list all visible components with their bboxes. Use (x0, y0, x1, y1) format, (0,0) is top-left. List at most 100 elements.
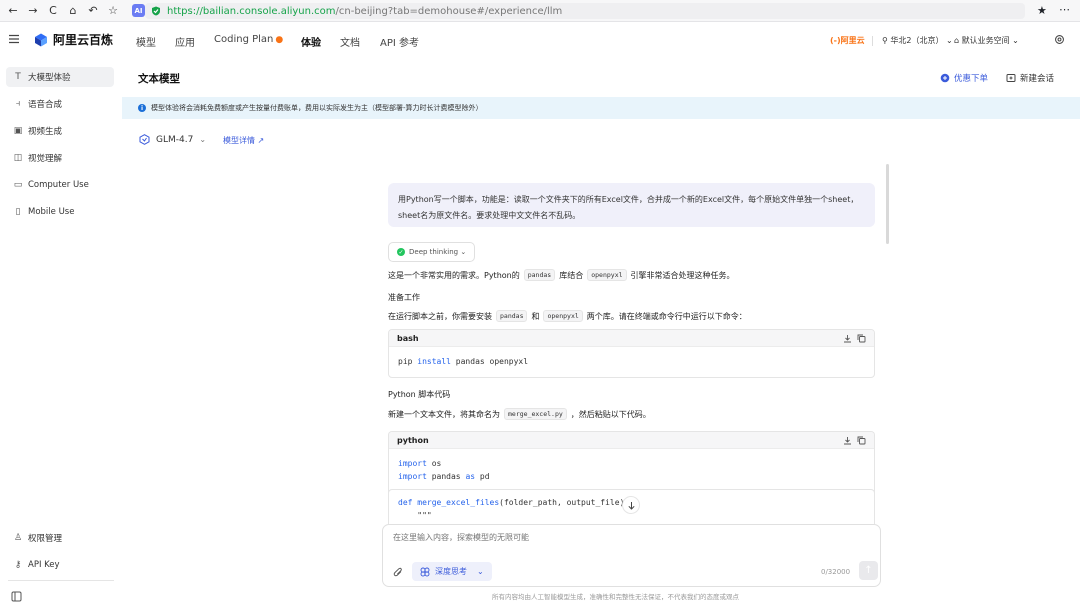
bash-code-block: bash pip install pandas openpyxl (388, 329, 875, 378)
monitor-icon: ▭ (13, 180, 23, 190)
forward-icon[interactable]: → (26, 4, 40, 18)
bailian-logo-icon (35, 33, 47, 46)
sidebar-collapse-icon[interactable] (11, 591, 22, 602)
text: ，然后粘贴以下代码。 (570, 409, 651, 419)
chevron-down-icon: ⌄ (458, 248, 467, 256)
arrow-up-icon: ↑ (864, 565, 873, 576)
model-name: GLM-4.7 (156, 134, 194, 145)
text-icon: T (15, 72, 21, 82)
sidebar-item-mobile-use[interactable]: ▯ Mobile Use (6, 202, 114, 222)
home-icon[interactable]: ⌂ (66, 4, 80, 18)
disclaimer-text: 所有内容均由人工智能模型生成，准确性和完整性无法保证，不代表我们的态度或观点 (492, 593, 739, 601)
scroll-to-bottom-button[interactable] (622, 496, 640, 514)
code-token: (folder_path, output_file): (499, 498, 630, 507)
sidebar-item-label: Computer Use (28, 180, 89, 190)
code-content: pip install pandas openpyxl (389, 347, 874, 376)
bookmark-star-icon[interactable]: ☆ (106, 4, 120, 18)
chat-scrollbar[interactable] (886, 164, 889, 244)
code-line: import pandas as pd (398, 470, 865, 483)
hamburger-menu-icon[interactable] (8, 33, 20, 45)
deep-think-toggle[interactable]: 深度思考 ⌄ (412, 562, 492, 581)
chat-input[interactable] (393, 533, 863, 542)
user-message: 用Python写一个脚本，功能是：读取一个文件夹下的所有Excel文件，合并成一… (388, 183, 875, 227)
text: 这是一个非常实用的需求。Python的 (388, 270, 520, 280)
check-circle-icon: ✓ (397, 248, 405, 256)
download-icon[interactable] (843, 334, 852, 343)
favorite-star-icon[interactable]: ★ (1037, 4, 1047, 17)
nav-docs[interactable]: 文档 (340, 34, 360, 49)
reload-icon[interactable]: C (46, 4, 60, 18)
sidebar-item-video-generation[interactable]: ▣ 视频生成 (6, 121, 114, 141)
workspace-selector[interactable]: ⌂ 默认业务空间 ⌄ (954, 35, 1019, 46)
address-bar[interactable]: https://bailian.console.aliyun.com/cn-be… (145, 3, 1025, 19)
chat-input-box: 深度思考 ⌄ 0/32000 ↑ (382, 524, 881, 587)
char-counter: 0/32000 (821, 568, 851, 576)
url-path: /cn-beijing?tab=demohouse#/experience/ll… (335, 5, 563, 17)
code-keyword: import (398, 472, 427, 481)
sidebar-item-permissions[interactable]: ♙ 权限管理 (6, 528, 114, 548)
code-token: os (426, 459, 442, 468)
model-selector[interactable]: GLM-4.7 ⌄ (139, 134, 206, 145)
sidebar-item-api-key[interactable]: ⚷ API Key (6, 555, 114, 575)
divider (8, 580, 114, 581)
discount-order-link[interactable]: 优惠下单 (940, 72, 988, 84)
sidebar-item-label: 大模型体验 (28, 73, 71, 83)
discount-label: 优惠下单 (954, 74, 989, 84)
text: 在运行脚本之前，你需要安装 (388, 311, 492, 321)
settings-gear-icon[interactable] (1054, 34, 1065, 45)
aliyun-brand[interactable]: (-)阿里云 (830, 35, 865, 46)
sidebar-item-computer-use[interactable]: ▭ Computer Use (6, 175, 114, 195)
chevron-down-icon: ⌄ (477, 567, 484, 576)
copy-icon[interactable] (857, 436, 866, 445)
sidebar-item-label: API Key (28, 560, 60, 570)
back-icon[interactable]: ← (6, 4, 20, 18)
video-icon: ▣ (13, 126, 23, 136)
model-detail-link[interactable]: 模型详情 ↗ (223, 135, 264, 146)
text: 和 (531, 311, 540, 321)
url-host: https://bailian.console.aliyun.com (167, 5, 336, 17)
nav-experience[interactable]: 体验 (301, 34, 321, 49)
text: 新建一个文本文件，将其命名为 (388, 409, 500, 419)
download-icon[interactable] (843, 436, 852, 445)
nav-coding-plan[interactable]: Coding Plan ● (214, 34, 283, 45)
image-icon: ◫ (13, 153, 23, 163)
top-navigation: 阿里云百炼 模型 应用 Coding Plan ● 体验 文档 API 参考 (-… (0, 22, 1080, 58)
deep-thinking-toggle[interactable]: ✓ Deep thinking ⌄ (388, 242, 476, 262)
mobile-icon: ▯ (15, 207, 21, 217)
logo[interactable]: 阿里云百炼 (34, 31, 113, 48)
deep-think-label: 深度思考 (435, 567, 467, 576)
sidebar-item-label: Mobile Use (28, 207, 75, 217)
sidebar-item-speech-synthesis[interactable]: ⫞ 语音合成 (6, 94, 114, 114)
sidebar-item-visual-understanding[interactable]: ◫ 视觉理解 (6, 148, 114, 168)
sidebar-item-label: 视觉理解 (28, 154, 63, 164)
code-keyword: install (417, 357, 451, 366)
code-token: pd (475, 472, 490, 481)
audio-wave-icon: ⫞ (15, 99, 21, 109)
script-heading: Python 脚本代码 (388, 390, 451, 399)
nav-apps[interactable]: 应用 (175, 34, 195, 49)
undo-icon[interactable]: ↶ (86, 4, 100, 18)
more-menu-icon[interactable]: ⋯ (1059, 3, 1070, 16)
key-icon: ⚷ (14, 560, 22, 570)
text: 引擎非常适合处理这种任务。 (630, 270, 735, 280)
nav-api-reference[interactable]: API 参考 (380, 34, 419, 49)
model-icon (139, 134, 150, 145)
copy-icon[interactable] (857, 334, 866, 343)
new-chat-button[interactable]: 新建会话 (1006, 72, 1054, 84)
ai-badge-icon[interactable]: AI (132, 4, 145, 17)
sidebar-item-label: 视频生成 (28, 127, 63, 137)
arrow-down-icon (627, 501, 635, 510)
chevron-down-icon: ⌄ (943, 36, 953, 45)
nav-models[interactable]: 模型 (136, 34, 156, 49)
send-button[interactable]: ↑ (859, 561, 878, 580)
prep-heading: 准备工作 (388, 293, 420, 302)
region-selector[interactable]: ⚲ 华北2（北京） ⌄ (882, 35, 953, 46)
attachment-paperclip-icon[interactable] (393, 567, 404, 578)
text: 两个库。请在终端或命令行中运行以下命令： (586, 311, 747, 321)
code-token: pip (398, 357, 418, 366)
divider (872, 36, 873, 46)
inline-code: pandas (496, 310, 528, 322)
page-title: 文本模型 (138, 73, 180, 85)
sidebar-item-llm-experience[interactable]: T 大模型体验 (6, 67, 114, 87)
code-language: bash (397, 333, 419, 343)
